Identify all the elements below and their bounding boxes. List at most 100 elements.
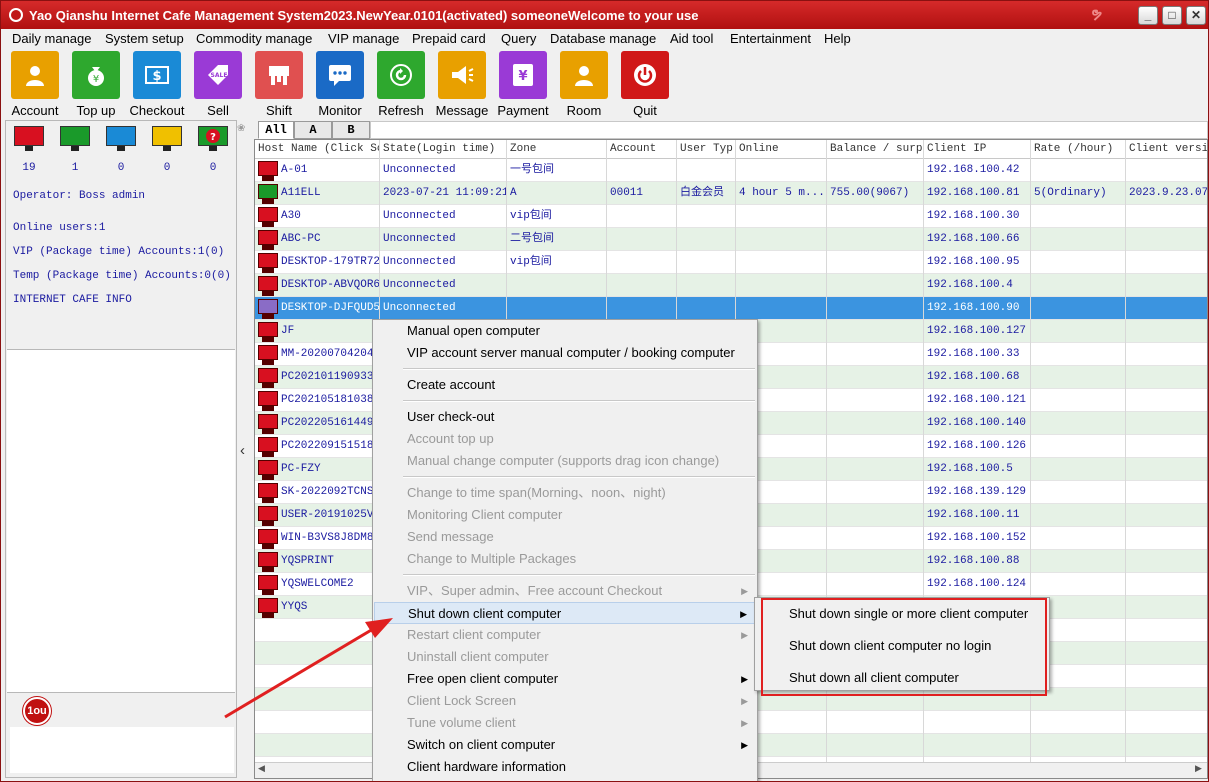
col-client-version[interactable]: Client versio (1126, 140, 1207, 159)
menu-query[interactable]: Query (501, 31, 536, 46)
context-menu-item[interactable]: Send message (374, 526, 756, 548)
menu-prepaid-card[interactable]: Prepaid card (412, 31, 486, 46)
monitor-button[interactable]: Monitor (312, 51, 368, 119)
col-balance[interactable]: Balance / surp (827, 140, 924, 159)
context-menu-item[interactable]: User check-out (374, 406, 756, 428)
room-button[interactable]: Room (556, 51, 612, 119)
notice-area[interactable] (10, 727, 234, 773)
menu-daily-manage[interactable]: Daily manage (12, 31, 92, 46)
col-online[interactable]: Online (736, 140, 827, 159)
context-menu-item[interactable]: Create account (374, 374, 756, 396)
table-cell-ip: 192.168.100.121 (924, 389, 1031, 412)
menu-aid-tool[interactable]: Aid tool (670, 31, 713, 46)
context-menu-item[interactable]: Monitoring Client computer (374, 504, 756, 526)
menu-vip-manage[interactable]: VIP manage (328, 31, 399, 46)
context-menu-item[interactable]: Change to Multiple Packages (374, 548, 756, 570)
context-menu-item[interactable]: Manual change computer (supports drag ic… (374, 450, 756, 472)
payment-button[interactable]: ¥ Payment (495, 51, 551, 119)
table-cell-version: 2023.9.23.0710 (1126, 182, 1207, 205)
tab-a[interactable]: A (294, 121, 332, 139)
tab-b[interactable]: B (332, 121, 370, 139)
monitor-red-icon[interactable] (14, 126, 44, 152)
submenu-arrow-icon: ▶ (741, 740, 748, 750)
power-icon (621, 51, 669, 99)
context-menu-item-label: Tune volume client (407, 715, 516, 730)
empty-cell (255, 619, 380, 642)
menu-database-manage[interactable]: Database manage (550, 31, 656, 46)
host-name-cell: PC202209151518 (255, 435, 380, 458)
count-yellow: 0 (163, 162, 171, 174)
collapse-left-icon[interactable]: ‹ (240, 442, 245, 459)
context-menu-item[interactable]: VIP、Super admin、Free account Checkout ▶ (374, 580, 756, 602)
money-bag-icon: ¥ (72, 51, 120, 99)
host-name-cell: YQSWELCOME2 (255, 573, 380, 596)
context-menu-item[interactable]: Free open client computer ▶ (374, 668, 756, 690)
col-user-type[interactable]: User Typ (677, 140, 736, 159)
context-menu-item[interactable]: Switch on client computer ▶ (374, 734, 756, 756)
context-menu-item[interactable]: Change to time span(Morning、noon、night) (374, 482, 756, 504)
col-rate[interactable]: Rate (/hour) (1031, 140, 1126, 159)
menu-help[interactable]: Help (824, 31, 851, 46)
quit-button[interactable]: Quit (617, 51, 673, 119)
host-name-cell: DESKTOP-ABVQOR6 (255, 274, 380, 297)
context-menu-item[interactable]: Restart client computer ▶ (374, 624, 756, 646)
menu-system-setup[interactable]: System setup (105, 31, 184, 46)
monitor-question-icon[interactable]: ? (198, 126, 228, 152)
context-menu-item[interactable]: Manual open computer (374, 320, 756, 342)
table-cell-zone (507, 297, 607, 320)
table-cell-ip: 192.168.139.129 (924, 481, 1031, 504)
table-row[interactable]: A11ELL 2023-07-21 11:09:21 A 00011 白金会员 4 hou… (255, 182, 1207, 205)
context-menu-item-label: Monitoring Client computer (407, 507, 563, 522)
col-zone[interactable]: Zone (507, 140, 607, 159)
col-state[interactable]: State(Login time) (380, 140, 507, 159)
menu-entertainment[interactable]: Entertainment (730, 31, 811, 46)
table-cell-ip: 192.168.100.90 (924, 297, 1031, 320)
close-button[interactable]: ✕ (1186, 6, 1206, 25)
empty-cell (255, 734, 380, 757)
context-menu-item[interactable]: Shut down client computer ▶ (374, 602, 756, 624)
table-cell-ip: 192.168.100.4 (924, 274, 1031, 297)
menu-commodity-manage[interactable]: Commodity manage (196, 31, 312, 46)
minimize-button[interactable]: _ (1138, 6, 1158, 25)
message-button[interactable]: Message (434, 51, 490, 119)
col-client-ip[interactable]: Client IP (924, 140, 1031, 159)
context-menu-item[interactable]: VIP account server manual computer / boo… (374, 342, 756, 364)
scroll-left-icon[interactable]: ◀ (258, 763, 265, 774)
table-cell-balance (827, 389, 924, 412)
refresh-button[interactable]: Refresh (373, 51, 429, 119)
top-up-button[interactable]: ¥ Top up (68, 51, 124, 119)
context-menu-item[interactable]: Tune volume client ▶ (374, 712, 756, 734)
table-cell-online (736, 297, 827, 320)
table-row[interactable]: A30 Unconnected vip包间 192.168.100.30 (255, 205, 1207, 228)
panel-splitter[interactable]: ❀ ‹ (237, 120, 254, 778)
title-bar[interactable]: Yao Qianshu Internet Cafe Management Sys… (1, 1, 1208, 29)
context-menu-item-label: Free open client computer (407, 671, 559, 686)
shift-button[interactable]: Shift (251, 51, 307, 119)
scroll-right-icon[interactable]: ▶ (1195, 763, 1202, 774)
table-row[interactable]: A-01 Unconnected 一号包间 192.168.100.42 (255, 159, 1207, 182)
context-menu-item[interactable]: Client Lock Screen ▶ (374, 690, 756, 712)
message-area[interactable] (7, 349, 235, 693)
monitor-yellow-icon[interactable] (152, 126, 182, 152)
context-menu-item[interactable]: Client hardware information (374, 756, 756, 778)
context-menu-item[interactable]: Account top up (374, 428, 756, 450)
table-row[interactable]: ABC-PC Unconnected 二号包间 192.168.100.66 (255, 228, 1207, 251)
sell-button[interactable]: SALE Sell (190, 51, 246, 119)
checkout-button[interactable]: $ Checkout (129, 51, 185, 119)
table-row[interactable]: DESKTOP-179TR72 Unconnected vip包间 192.168.1… (255, 251, 1207, 274)
col-account[interactable]: Account (607, 140, 677, 159)
empty-cell (827, 711, 924, 734)
table-cell-balance (827, 504, 924, 527)
maximize-button[interactable]: □ (1162, 6, 1182, 25)
monitor-green-icon[interactable] (60, 126, 90, 152)
context-menu-item[interactable]: Uninstall client computer (374, 646, 756, 668)
col-host-name[interactable]: Host Name (Click Sc (255, 140, 380, 159)
tab-all[interactable]: All (258, 121, 294, 139)
table-row[interactable]: DESKTOP-DJFQUD5 Unconnected 192.168.100.90 (255, 297, 1207, 320)
monitor-blue-icon[interactable] (106, 126, 136, 152)
table-cell-online (736, 251, 827, 274)
account-button[interactable]: Account (7, 51, 63, 119)
context-menu-item-label: VIP、Super admin、Free account Checkout (407, 583, 663, 598)
table-row[interactable]: DESKTOP-ABVQOR6 Unconnected 192.168.100.4 (255, 274, 1207, 297)
host-name-cell: DESKTOP-DJFQUD5 (255, 297, 380, 320)
